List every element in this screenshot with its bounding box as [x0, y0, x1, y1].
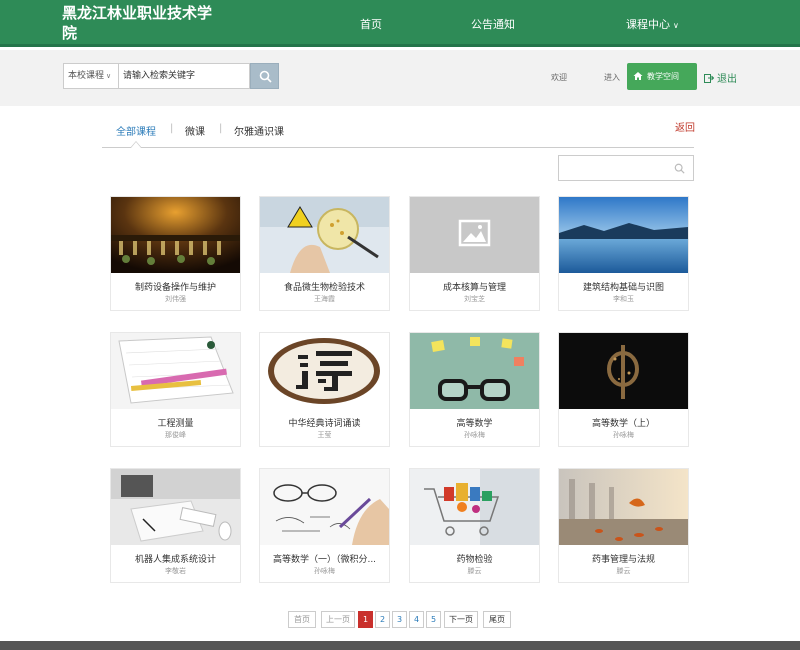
active-tab-caret: [130, 141, 142, 148]
course-thumbnail: [260, 333, 389, 409]
course-card[interactable]: 高等数学 孙咏梅: [409, 332, 540, 447]
home-icon: [633, 72, 643, 80]
course-name: 高等数学: [456, 419, 493, 429]
course-card[interactable]: 机器人集成系统设计 李敬岩: [110, 468, 241, 583]
nav-home[interactable]: 首页: [360, 16, 382, 32]
course-thumbnail: [410, 333, 539, 409]
tab-micro-courses[interactable]: 微课: [185, 123, 205, 138]
course-name: 食品微生物检验技术: [283, 283, 365, 293]
course-teacher: 李和玉: [613, 295, 634, 303]
course-card[interactable]: 高等数学（上） 孙咏梅: [558, 332, 689, 447]
teaching-space-label: 教学空间: [647, 72, 679, 81]
course-name: 工程测量: [157, 419, 194, 429]
course-name: 中华经典诗词诵读: [288, 419, 361, 429]
search-bar: 本校课程 ∨ 请输入检索关键字 欢迎 进入 教学空间 退出: [0, 50, 800, 106]
pagination-last[interactable]: 尾页: [483, 611, 511, 628]
tab-divider: |: [219, 123, 223, 134]
image-placeholder-icon: [410, 197, 539, 273]
course-card[interactable]: 成本核算与管理 刘宝芝: [409, 196, 540, 311]
chevron-down-icon: ∨: [106, 72, 112, 80]
course-card[interactable]: 高等数学（一）（微积分... 孙咏梅: [259, 468, 390, 583]
nav-announcements[interactable]: 公告通知: [471, 16, 515, 32]
logout-link[interactable]: 退出: [704, 70, 737, 85]
course-teacher: 王海霞: [314, 295, 335, 303]
tab-all-courses[interactable]: 全部课程: [116, 123, 156, 138]
top-header: 黑龙江林业职业技术学院 首页 公告通知 课程中心 ∨: [0, 0, 800, 47]
pagination-page-5[interactable]: 5: [426, 611, 441, 628]
course-name: 成本核算与管理: [442, 283, 506, 293]
search-icon: [674, 163, 685, 174]
course-teacher: 孙咏梅: [464, 431, 485, 439]
course-thumbnail: [559, 197, 688, 273]
course-teacher: 滕云: [616, 567, 631, 575]
course-name: 高等数学（上）: [591, 419, 655, 429]
course-card[interactable]: 食品微生物检验技术 王海霞: [259, 196, 390, 311]
course-teacher: 刘伟强: [165, 295, 186, 303]
scope-value: 本校课程: [68, 71, 105, 81]
course-thumbnail: [111, 197, 240, 273]
pagination-page-3[interactable]: 3: [392, 611, 407, 628]
course-filter-input[interactable]: [558, 155, 694, 181]
course-teacher: 刘宝芝: [464, 295, 485, 303]
course-teacher: 滕云: [467, 567, 482, 575]
course-teacher: 孙咏梅: [613, 431, 634, 439]
course-thumbnail: [410, 469, 539, 545]
welcome-text: 欢迎: [551, 73, 567, 82]
teaching-space-button[interactable]: 教学空间: [627, 63, 697, 90]
course-name: 制药设备操作与维护: [134, 283, 216, 293]
scope-select[interactable]: 本校课程 ∨: [63, 63, 119, 89]
course-card[interactable]: 中华经典诗词诵读 王莹: [259, 332, 390, 447]
course-thumbnail: [260, 197, 389, 273]
search-input[interactable]: 请输入检索关键字: [118, 63, 250, 89]
logout-icon: [704, 74, 714, 83]
enter-text: 进入: [604, 73, 620, 82]
course-teacher: 那俊峰: [165, 431, 186, 439]
footer-strip: [0, 641, 800, 650]
back-link[interactable]: 返回: [675, 119, 695, 134]
pagination-page-4[interactable]: 4: [409, 611, 424, 628]
course-name: 高等数学（一）（微积分...: [272, 555, 377, 565]
course-thumbnail: [559, 333, 688, 409]
course-name: 药物检验: [456, 555, 493, 565]
course-teacher: 王莹: [317, 431, 332, 439]
pagination-page-2[interactable]: 2: [375, 611, 390, 628]
logout-label: 退出: [717, 74, 737, 85]
course-card[interactable]: 药物检验 滕云: [409, 468, 540, 583]
pagination-first[interactable]: 首页: [288, 611, 316, 628]
course-name: 机器人集成系统设计: [134, 555, 216, 565]
search-button[interactable]: [250, 63, 279, 89]
site-title[interactable]: 黑龙江林业职业技术学院: [62, 3, 222, 43]
tab-erya-courses[interactable]: 尔雅通识课: [234, 123, 284, 138]
search-icon: [259, 70, 272, 83]
tab-divider: |: [170, 123, 174, 134]
pagination-page-1[interactable]: 1: [358, 611, 373, 628]
pagination-prev[interactable]: 上一页: [321, 611, 355, 628]
course-tabs: 全部课程 | 微课 | 尔雅通识课: [102, 116, 694, 148]
course-teacher: 李敬岩: [165, 567, 186, 575]
course-card[interactable]: 工程测量 那俊峰: [110, 332, 241, 447]
course-thumbnail: [111, 469, 240, 545]
course-thumbnail: [260, 469, 389, 545]
course-name: 药事管理与法规: [591, 555, 655, 565]
course-teacher: 孙咏梅: [314, 567, 335, 575]
course-thumbnail: [559, 469, 688, 545]
course-card[interactable]: 药事管理与法规 滕云: [558, 468, 689, 583]
chevron-down-icon: ∨: [673, 21, 679, 30]
course-card[interactable]: 建筑结构基础与识图 李和玉: [558, 196, 689, 311]
course-card[interactable]: 制药设备操作与维护 刘伟强: [110, 196, 241, 311]
pagination-next[interactable]: 下一页: [444, 611, 478, 628]
nav-course-center-label: 课程中心: [626, 18, 670, 31]
course-thumbnail: [111, 333, 240, 409]
course-name: 建筑结构基础与识图: [582, 283, 664, 293]
nav-course-center[interactable]: 课程中心 ∨: [626, 16, 679, 32]
